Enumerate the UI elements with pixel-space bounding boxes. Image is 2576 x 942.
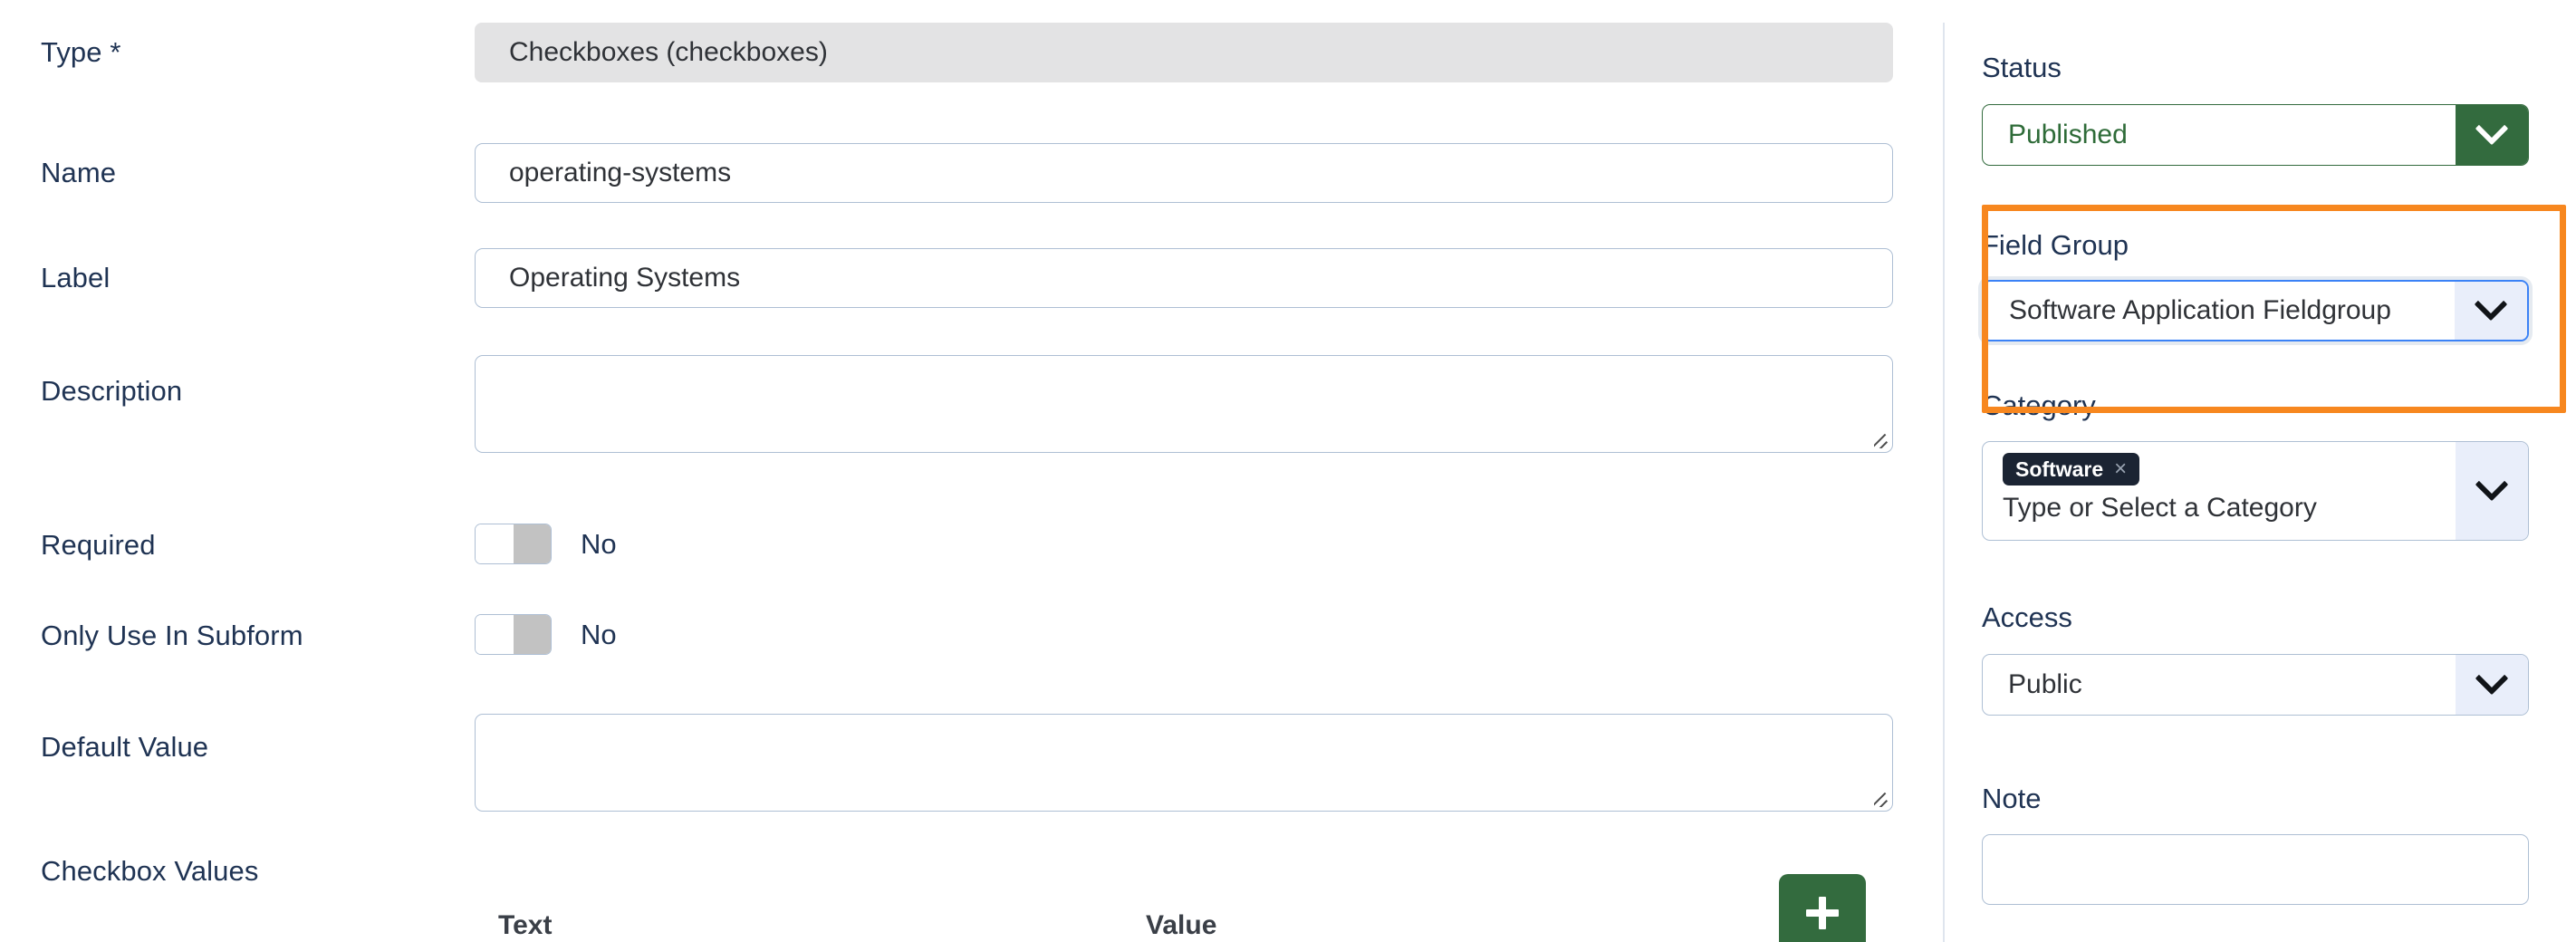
name-label: Name	[41, 157, 117, 188]
description-textarea[interactable]	[475, 355, 1893, 453]
chevron-down-icon[interactable]	[2456, 655, 2528, 715]
default-value-label: Default Value	[41, 731, 209, 763]
label-input[interactable]: Operating Systems	[475, 248, 1893, 308]
required-label: Required	[41, 529, 156, 561]
required-toggle-value: No	[581, 527, 617, 560]
description-field-wrap	[475, 355, 1893, 453]
field-group-select[interactable]: Software Application Fieldgroup	[1982, 280, 2529, 341]
status-label: Status	[1982, 52, 2062, 83]
name-field-wrap: operating-systems	[475, 143, 1893, 203]
checkbox-values-label: Checkbox Values	[41, 855, 259, 887]
label-field-wrap: Operating Systems	[475, 248, 1893, 308]
access-select[interactable]: Public	[1982, 654, 2529, 716]
category-multiselect-body: Software × Type or Select a Category	[1983, 442, 2456, 540]
category-tag-software[interactable]: Software ×	[2003, 453, 2140, 485]
chevron-down-icon[interactable]	[2456, 442, 2528, 540]
access-select-value: Public	[2008, 669, 2082, 699]
category-field-wrap: Software × Type or Select a Category	[1982, 441, 2529, 541]
subform-label: Only Use In Subform	[41, 620, 303, 651]
note-input[interactable]	[1982, 834, 2529, 905]
toggle-track	[513, 524, 551, 563]
default-value-textarea[interactable]	[475, 714, 1893, 812]
default-value-field-wrap	[475, 714, 1893, 812]
status-select-value: Published	[2008, 120, 2128, 149]
subform-toggle[interactable]	[475, 614, 552, 655]
add-checkbox-value-button[interactable]	[1779, 874, 1866, 942]
category-label: Category	[1982, 389, 2096, 421]
category-multiselect[interactable]: Software × Type or Select a Category	[1982, 441, 2529, 541]
toggle-knob	[476, 524, 514, 563]
required-toggle[interactable]	[475, 524, 552, 564]
access-label: Access	[1982, 601, 2072, 633]
close-icon[interactable]: ×	[2114, 458, 2127, 480]
toggle-knob	[476, 615, 514, 654]
status-field-wrap: Published	[1982, 104, 2529, 166]
name-input[interactable]: operating-systems	[475, 143, 1893, 203]
field-form-main: Type * Checkboxes (checkboxes) Name oper…	[0, 0, 1943, 942]
note-field-wrap	[1982, 834, 2529, 905]
field-group-label: Field Group	[1982, 229, 2129, 261]
chevron-down-icon[interactable]	[2455, 282, 2527, 340]
category-placeholder[interactable]: Type or Select a Category	[2003, 493, 2456, 524]
plus-icon	[1806, 897, 1839, 929]
type-field-wrap: Checkboxes (checkboxes)	[475, 23, 1893, 82]
column-header-text: Text	[498, 910, 553, 940]
category-tag-label: Software	[2015, 457, 2104, 481]
field-editor-screen: Type * Checkboxes (checkboxes) Name oper…	[0, 0, 2576, 942]
required-field-wrap: No	[475, 524, 1893, 564]
note-label: Note	[1982, 783, 2042, 814]
column-header-value: Value	[1146, 910, 1217, 940]
type-label: Type *	[41, 36, 121, 68]
field-settings-sidebar: Status Published Field Group Software Ap…	[1945, 0, 2576, 942]
resize-handle-icon[interactable]	[1874, 793, 1889, 807]
resize-handle-icon[interactable]	[1874, 434, 1889, 448]
subform-toggle-value: No	[581, 618, 617, 650]
toggle-track	[513, 615, 551, 654]
chevron-down-icon[interactable]	[2456, 105, 2528, 165]
field-group-field-wrap: Software Application Fieldgroup	[1982, 280, 2529, 341]
field-group-select-value: Software Application Fieldgroup	[2009, 295, 2391, 325]
status-select[interactable]: Published	[1982, 104, 2529, 166]
access-field-wrap: Public	[1982, 654, 2529, 716]
subform-field-wrap: No	[475, 614, 1893, 655]
label-label: Label	[41, 262, 111, 293]
description-label: Description	[41, 375, 183, 407]
type-readonly-field: Checkboxes (checkboxes)	[475, 23, 1893, 82]
